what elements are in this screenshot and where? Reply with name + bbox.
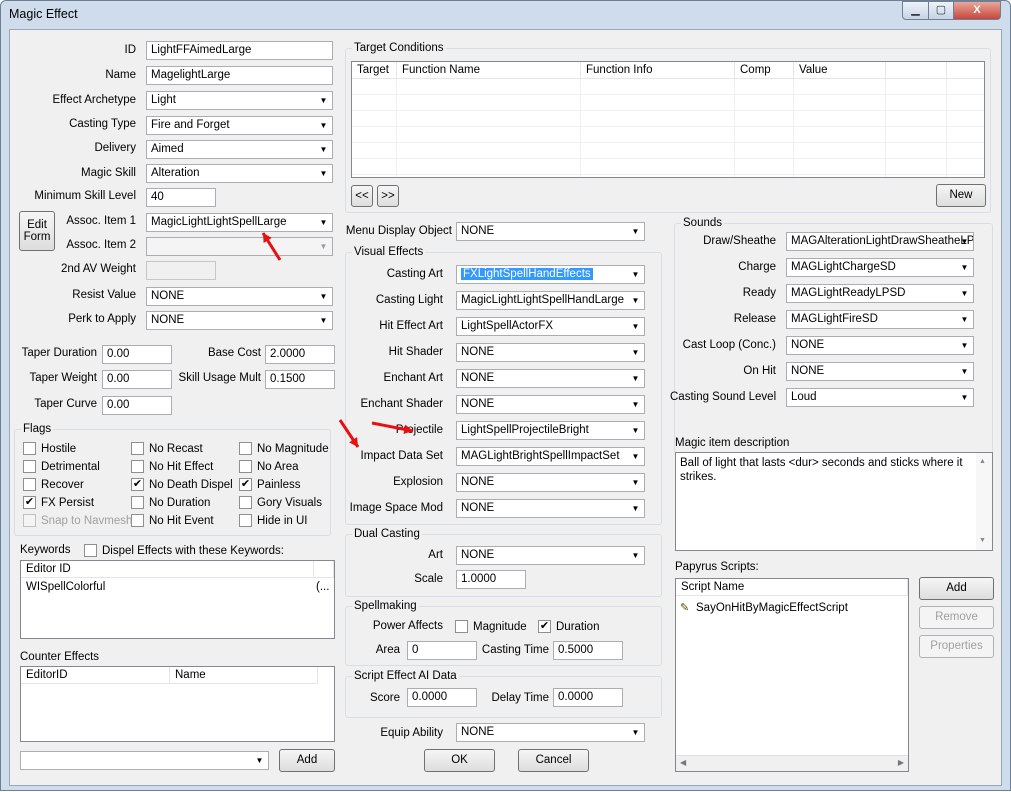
magic-effect-window: Magic Effect ▁ ▢ X ID LightFFAimedLarge …	[0, 0, 1011, 791]
annotation-arrows	[261, 232, 414, 448]
annotation-arrow-group	[261, 232, 414, 448]
